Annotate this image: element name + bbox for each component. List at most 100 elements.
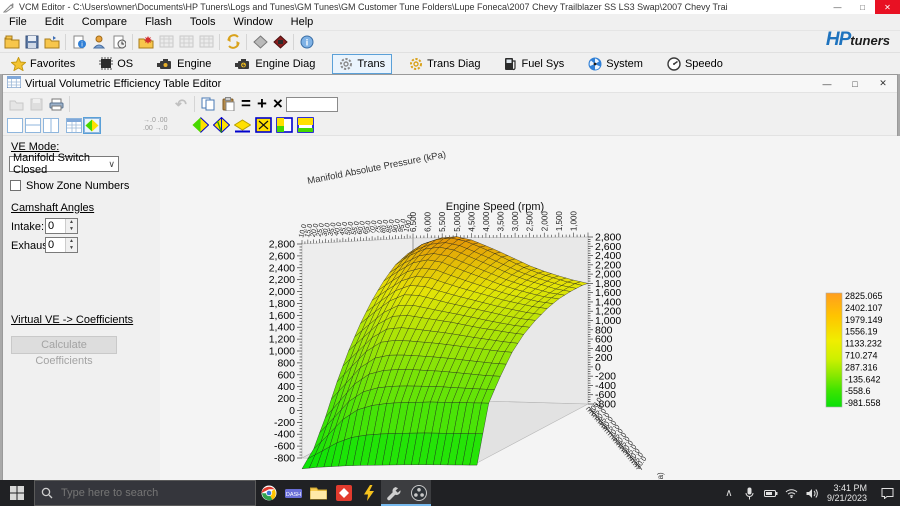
svg-text:Manifold Absolute Pressure (kP: Manifold Absolute Pressure (kPa) (656, 472, 665, 480)
taskbar-lightning-app[interactable] (356, 480, 381, 506)
view-split-vertical-icon[interactable] (43, 118, 59, 133)
chart-grid-half-icon[interactable] (276, 117, 293, 133)
ve-print-icon[interactable] (46, 95, 66, 113)
exhaust-spinner[interactable]: 0 ▲ ▼ (45, 237, 78, 253)
compare-icon[interactable] (223, 33, 243, 51)
view-split-horizontal-icon[interactable] (25, 118, 41, 133)
new-folder-icon[interactable] (136, 33, 156, 51)
info-icon[interactable]: i (297, 33, 317, 51)
svg-text:1,200: 1,200 (269, 334, 295, 346)
ve-open-icon[interactable] (6, 95, 26, 113)
menu-flash[interactable]: Flash (136, 15, 181, 29)
fuel-pump-icon (504, 57, 517, 71)
ve-surface-plot[interactable]: 2,8002,8002,6002,6002,4002,4002,2002,200… (160, 136, 900, 480)
speaker-icon[interactable] (806, 488, 820, 499)
license-key-icon[interactable] (89, 33, 109, 51)
multiply-button[interactable]: × (273, 95, 283, 113)
spin-up-icon[interactable]: ▲ (66, 238, 77, 245)
tray-chevron-icon[interactable]: ∧ (722, 488, 736, 499)
tab-os[interactable]: OS (92, 54, 140, 73)
tab-speedo[interactable]: Speedo (660, 54, 730, 74)
taskbar-vcm-editor[interactable] (381, 480, 406, 506)
spin-up-icon[interactable]: ▲ (66, 219, 77, 226)
copy-icon[interactable] (198, 95, 218, 113)
set-equal-button[interactable]: = (241, 95, 251, 113)
obs-icon (411, 485, 427, 501)
tab-system[interactable]: System (581, 54, 650, 74)
taskbar-chrome[interactable] (256, 480, 281, 506)
mdi-area: Virtual Volumetric Efficiency Table Edit… (0, 74, 900, 480)
menu-tools[interactable]: Tools (181, 15, 225, 29)
spin-down-icon[interactable]: ▼ (66, 226, 77, 233)
ve-maximize-button[interactable]: □ (841, 75, 869, 93)
taskbar-search[interactable] (34, 480, 256, 506)
spin-down-icon[interactable]: ▼ (66, 245, 77, 252)
table-view-icon-3[interactable] (196, 33, 216, 51)
view-single-pane-icon[interactable] (7, 118, 23, 133)
chart-3d-flat-icon[interactable] (234, 117, 251, 133)
maximize-button[interactable]: □ (850, 0, 875, 14)
search-input[interactable] (59, 486, 229, 500)
file-history-icon[interactable] (109, 33, 129, 51)
factor-input[interactable] (286, 97, 338, 112)
taskbar-dash-app[interactable]: DASH (281, 480, 306, 506)
tab-trans-diag[interactable]: Trans Diag (402, 54, 487, 74)
menu-window[interactable]: Window (225, 15, 282, 29)
taskbar-file-explorer[interactable] (306, 480, 331, 506)
table-view-icon-1[interactable] (156, 33, 176, 51)
view-table-icon[interactable] (66, 118, 82, 133)
ve-close-button[interactable]: ✕ (869, 75, 897, 93)
start-button[interactable] (0, 480, 34, 506)
ve-editor-titlebar[interactable]: Virtual Volumetric Efficiency Table Edit… (3, 75, 897, 93)
add-button[interactable]: + (257, 95, 267, 113)
virtual-ve-coefficients-link[interactable]: Virtual VE -> Coefficients (11, 314, 133, 326)
view-surface-icon[interactable] (84, 118, 100, 133)
wifi-icon[interactable] (785, 488, 799, 498)
save-file-icon[interactable] (22, 33, 42, 51)
minimize-button[interactable]: — (825, 0, 850, 14)
menu-file[interactable]: File (0, 15, 36, 29)
battery-icon[interactable] (764, 489, 778, 498)
microphone-icon[interactable] (743, 487, 757, 500)
action-center-icon[interactable] (880, 487, 894, 499)
taskbar-obs[interactable] (406, 480, 431, 506)
taskbar-red-diamond-app[interactable] (331, 480, 356, 506)
menu-compare[interactable]: Compare (73, 15, 136, 29)
decimal-decrease-icon[interactable]: .00 →.0 (143, 125, 168, 133)
write-vcm-icon[interactable] (270, 33, 290, 51)
chart-grid-x-icon[interactable] (255, 117, 272, 133)
gauge-icon (667, 57, 681, 71)
chart-3d-wireframe-icon[interactable] (213, 117, 230, 133)
ve-left-panel: VE Mode: Manifold Switch Closed ∨ Show Z… (3, 136, 160, 480)
menu-edit[interactable]: Edit (36, 15, 73, 29)
taskbar-clock[interactable]: 3:41 PM 9/21/2023 (827, 483, 867, 503)
file-info-icon[interactable]: i (69, 33, 89, 51)
show-zone-checkbox[interactable] (10, 180, 21, 191)
read-vcm-icon[interactable] (250, 33, 270, 51)
ve-save-icon[interactable] (26, 95, 46, 113)
tab-engine[interactable]: Engine (150, 54, 218, 73)
tab-trans[interactable]: Trans (332, 54, 392, 74)
decimal-increase-icon[interactable]: →.0 .00 (143, 117, 168, 125)
close-file-icon[interactable] (42, 33, 62, 51)
tab-favorites[interactable]: Favorites (4, 54, 82, 74)
svg-text:5,500: 5,500 (438, 211, 447, 232)
ve-mode-dropdown[interactable]: Manifold Switch Closed ∨ (9, 156, 119, 172)
exhaust-spin-arrows[interactable]: ▲ ▼ (65, 238, 77, 252)
chart-3d-shaded-icon[interactable] (192, 117, 209, 133)
open-file-icon[interactable] (2, 33, 22, 51)
table-view-icon-2[interactable] (176, 33, 196, 51)
decimal-places-icons[interactable]: →.0 .00 .00 →.0 (143, 117, 168, 133)
undo-icon[interactable]: ↶ (171, 95, 191, 113)
svg-text:2,500: 2,500 (526, 211, 535, 232)
close-button[interactable]: ✕ (875, 0, 900, 14)
intake-spinner[interactable]: 0 ▲ ▼ (45, 218, 78, 234)
windows-logo-icon (10, 486, 24, 500)
tab-engine-diag[interactable]: Engine Diag (228, 54, 322, 73)
chart-grid-top-icon[interactable] (297, 117, 314, 133)
intake-spin-arrows[interactable]: ▲ ▼ (65, 219, 77, 233)
menu-help[interactable]: Help (282, 15, 323, 29)
ve-minimize-button[interactable]: — (813, 75, 841, 93)
paste-icon[interactable] (218, 95, 238, 113)
tab-fuel-sys[interactable]: Fuel Sys (497, 54, 571, 74)
